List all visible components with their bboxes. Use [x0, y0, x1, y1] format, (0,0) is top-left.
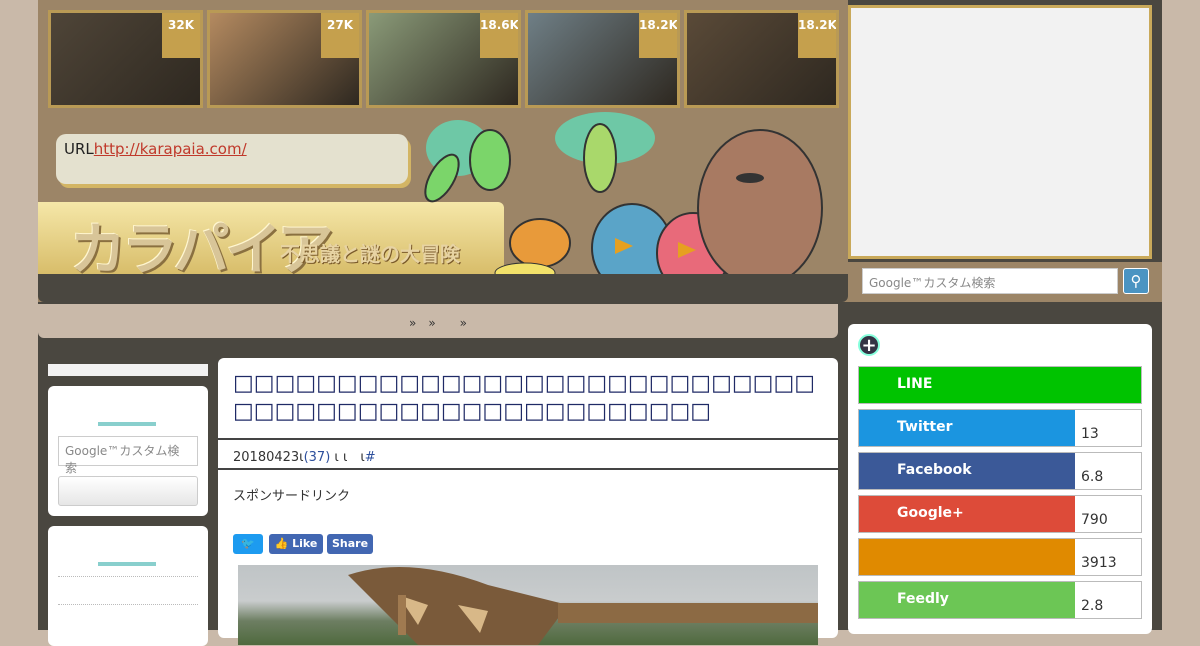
url-box: URLhttp://karapaia.com/ [56, 134, 408, 184]
header-bottom-bar [38, 274, 848, 302]
giraffe-photo-image [348, 567, 818, 645]
popular-thumbnail[interactable]: 18.2K [525, 10, 680, 108]
divider [58, 576, 198, 577]
butterfly-character-2-icon [555, 112, 655, 193]
comment-count-link[interactable]: (37) [304, 450, 331, 465]
share-service-label[interactable]: LINE [859, 367, 1141, 403]
article-meta: 20180423ι(37) ι ι ι# [218, 438, 838, 470]
article-photo [238, 565, 818, 645]
share-count: 2.8 [1081, 598, 1104, 614]
share-service-label[interactable]: Facebook [859, 453, 1075, 489]
share-service-label[interactable]: Google+ [859, 496, 1075, 532]
search-icon: ⚲ [1130, 272, 1142, 290]
breadcrumb[interactable]: » » » [38, 304, 838, 338]
widget-title-bar [98, 562, 156, 566]
left-column-header [48, 364, 208, 376]
share-service-label[interactable] [859, 539, 1075, 575]
mascot-illustration [424, 112, 823, 294]
category-widget [48, 526, 208, 646]
share-count: 790 [1081, 512, 1108, 528]
share-count-badge: 18.2K [798, 13, 836, 58]
popular-thumbnail[interactable]: 32K [48, 10, 203, 108]
share-panel: + LINE Twitter 13 Facebook 6.8 Google+ 790 3913… [848, 324, 1152, 634]
butterfly-character-icon [424, 120, 511, 203]
share-count-badge: 32K [162, 13, 200, 58]
popular-thumbnail[interactable]: 18.6K [366, 10, 521, 108]
site-url-link[interactable]: http://karapaia.com/ [94, 140, 247, 158]
hash-link[interactable]: # [365, 450, 376, 465]
share-count: 3913 [1081, 555, 1117, 571]
meta-trailing: ι ι ι [334, 450, 365, 465]
share-row[interactable]: Feedly 2.8 [858, 581, 1142, 619]
url-label: URL [64, 140, 94, 158]
facebook-like-button[interactable]: 👍 Like [269, 534, 323, 554]
share-service-label[interactable]: Twitter [859, 410, 1075, 446]
share-row[interactable]: Google+ 790 [858, 495, 1142, 533]
share-row[interactable]: 3913 [858, 538, 1142, 576]
search-input[interactable]: Google™カスタム検索 [862, 268, 1118, 294]
share-count-badge: 18.6K [480, 13, 518, 58]
share-count-badge: 27K [321, 13, 359, 58]
twitter-icon: 🐦 [241, 537, 255, 550]
popular-thumbnail[interactable]: 18.2K [684, 10, 839, 108]
plus-icon[interactable]: + [858, 334, 880, 356]
widget-title-bar [98, 422, 156, 426]
article-title[interactable]: □□□□□□□□□□□□□□□□□□□□□□□□□□□□□□□□□□□□□□□□… [233, 370, 823, 426]
search-button[interactable]: ⚲ [1123, 268, 1149, 294]
left-search-button[interactable] [58, 476, 198, 506]
sponsor-label: スポンサードリンク [233, 489, 351, 504]
brown-creature-icon [697, 129, 823, 287]
article-date: 20180423 [233, 450, 300, 465]
share-count: 6.8 [1081, 469, 1104, 485]
ad-banner[interactable] [848, 5, 1152, 259]
left-search-input[interactable]: Google™カスタム検索 [58, 436, 198, 475]
share-service-label[interactable]: Feedly [859, 582, 1075, 618]
search-widget: Google™カスタム検索 [48, 386, 208, 516]
share-row[interactable]: Twitter 13 [858, 409, 1142, 447]
tweet-button[interactable]: 🐦 [233, 534, 263, 554]
popular-thumbnail[interactable]: 27K [207, 10, 362, 108]
share-count-badge: 18.2K [639, 13, 677, 58]
share-count: 13 [1081, 426, 1099, 442]
divider [58, 604, 198, 605]
facebook-share-button[interactable]: Share [327, 534, 373, 554]
article-card: □□□□□□□□□□□□□□□□□□□□□□□□□□□□□□□□□□□□□□□□… [218, 358, 838, 645]
share-row[interactable]: Facebook 6.8 [858, 452, 1142, 490]
share-row[interactable]: LINE [858, 366, 1142, 404]
